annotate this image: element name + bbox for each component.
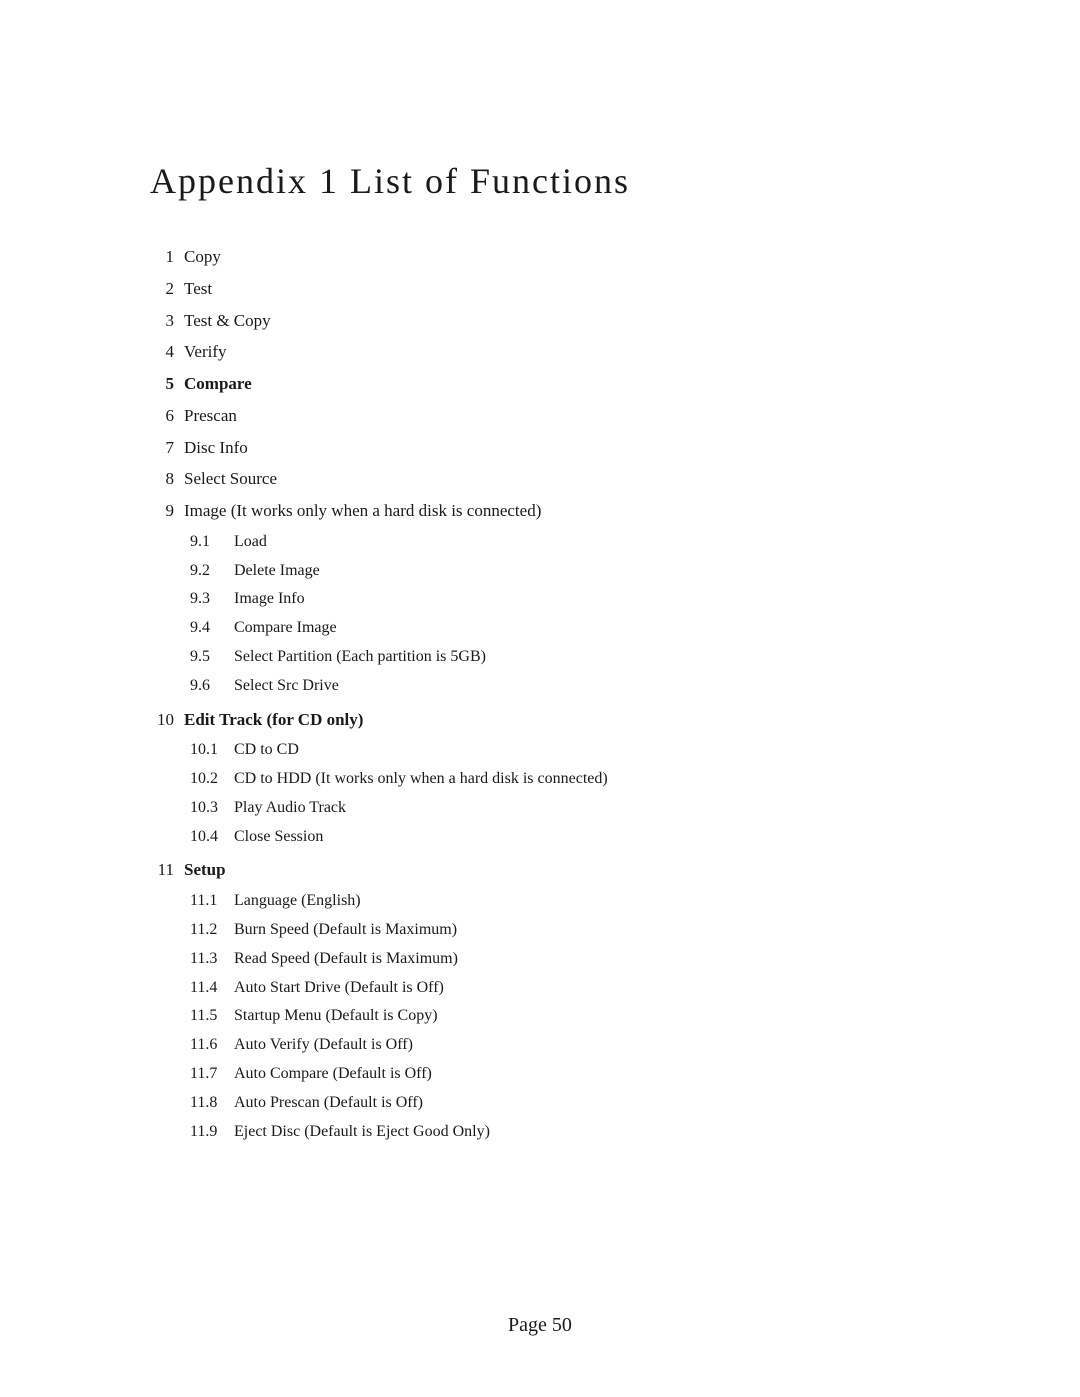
list-item: 11.2 Burn Speed (Default is Maximum) <box>190 916 930 945</box>
list-item-10: 10 Edit Track (for CD only) <box>150 705 930 735</box>
toc-list: 1 Copy 2 Test 3 Test & Copy 4 Verify 5 C… <box>150 242 930 1146</box>
list-item: 11.1 Language (English) <box>190 887 930 916</box>
list-item: 9.6 Select Src Drive <box>190 672 930 701</box>
list-item: 10.1 CD to CD <box>190 736 930 765</box>
list-item: 11.3 Read Speed (Default is Maximum) <box>190 945 930 974</box>
list-item: 10.3 Play Audio Track <box>190 794 930 823</box>
list-item: 3 Test & Copy <box>150 306 930 336</box>
list-item: 5 Compare <box>150 369 930 399</box>
list-item: 7 Disc Info <box>150 433 930 463</box>
list-item: 4 Verify <box>150 337 930 367</box>
list-item: 2 Test <box>150 274 930 304</box>
list-item: 11.9 Eject Disc (Default is Eject Good O… <box>190 1118 930 1147</box>
list-item: 6 Prescan <box>150 401 930 431</box>
sub-list-11: 11.1 Language (English) 11.2 Burn Speed … <box>190 887 930 1146</box>
list-item: 9.5 Select Partition (Each partition is … <box>190 643 930 672</box>
list-item: 11.8 Auto Prescan (Default is Off) <box>190 1089 930 1118</box>
list-item: 9.1 Load <box>190 528 930 557</box>
sub-list-9: 9.1 Load 9.2 Delete Image 9.3 Image Info… <box>190 528 930 701</box>
list-item: 11.6 Auto Verify (Default is Off) <box>190 1031 930 1060</box>
list-item: 9.2 Delete Image <box>190 557 930 586</box>
sub-list-10: 10.1 CD to CD 10.2 CD to HDD (It works o… <box>190 736 930 851</box>
list-item: 11.5 Startup Menu (Default is Copy) <box>190 1002 930 1031</box>
list-item: 9.3 Image Info <box>190 585 930 614</box>
list-item: 8 Select Source <box>150 464 930 494</box>
list-item-11: 11 Setup <box>150 855 930 885</box>
page-number: Page 50 <box>508 1314 572 1397</box>
page-title: Appendix 1 List of Functions <box>150 160 930 202</box>
list-item: 9.4 Compare Image <box>190 614 930 643</box>
list-item-9: 9 Image (It works only when a hard disk … <box>150 496 930 526</box>
list-item: 1 Copy <box>150 242 930 272</box>
list-item: 10.2 CD to HDD (It works only when a har… <box>190 765 930 794</box>
list-item: 11.4 Auto Start Drive (Default is Off) <box>190 974 930 1003</box>
list-item: 11.7 Auto Compare (Default is Off) <box>190 1060 930 1089</box>
list-item: 10.4 Close Session <box>190 823 930 852</box>
